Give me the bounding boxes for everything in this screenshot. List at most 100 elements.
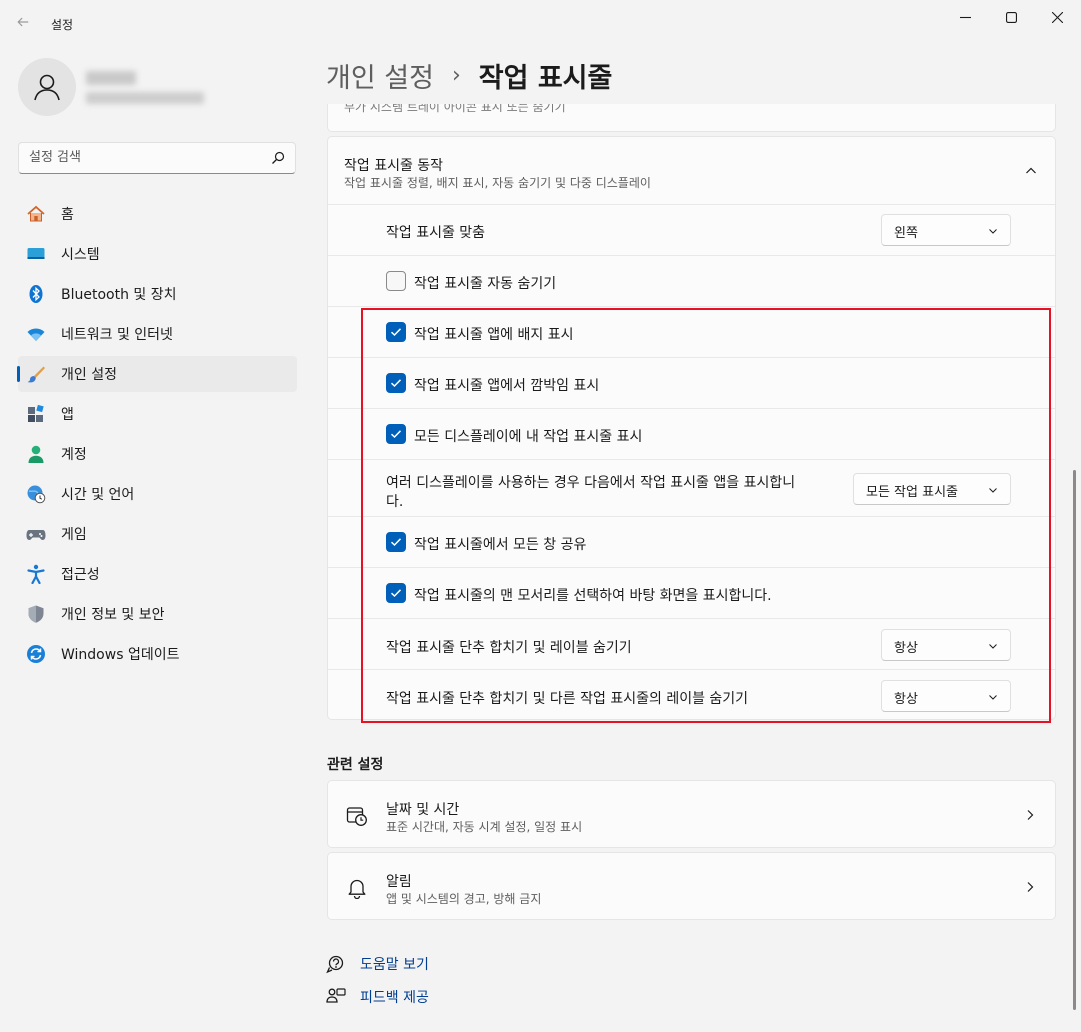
bluetooth-icon xyxy=(26,284,46,304)
related-settings-title: 관련 설정 xyxy=(327,757,384,773)
chevron-down-icon xyxy=(989,488,997,493)
get-help-link[interactable]: 도움말 보기 xyxy=(326,954,429,974)
sidebar-item-bluetooth[interactable]: Bluetooth 및 장치 xyxy=(18,276,297,312)
all-displays-checkbox[interactable] xyxy=(386,424,406,444)
sidebar-item-label: 게임 xyxy=(61,527,87,543)
wifi-icon xyxy=(26,324,46,344)
sidebar-item-system[interactable]: 시스템 xyxy=(18,236,297,272)
sidebar-nav: 홈 시스템 Bluetooth 및 장치 네트워크 및 인터넷 개인 설정 앱 xyxy=(17,196,297,676)
multi-display-dropdown[interactable]: 모든 작업 표시줄 xyxy=(853,473,1011,505)
far-corner-row: 작업 표시줄의 맨 모서리를 선택하여 바탕 화면을 표시합니다. xyxy=(328,568,1055,619)
page-title: 작업 표시줄 xyxy=(478,63,613,94)
user-name-redacted xyxy=(86,71,136,85)
multi-display-row: 여러 디스플레이를 사용하는 경우 다음에서 작업 표시줄 앱을 표시합니 다.… xyxy=(328,460,1055,517)
share-window-label: 작업 표시줄에서 모든 창 공유 xyxy=(414,537,587,553)
sidebar-item-network[interactable]: 네트워크 및 인터넷 xyxy=(18,316,297,352)
shield-icon xyxy=(26,604,46,624)
flashing-label: 작업 표시줄 앱에서 깜박임 표시 xyxy=(414,378,600,394)
minimize-icon xyxy=(959,16,971,18)
account-icon xyxy=(26,444,46,464)
checkmark-icon xyxy=(390,379,402,388)
tray-icons-card-partial[interactable]: 부가 시스템 트레이 아이콘 표시 또는 숨기기 xyxy=(327,104,1056,132)
avatar[interactable] xyxy=(18,58,76,116)
alignment-dropdown[interactable]: 왼쪽 xyxy=(881,214,1011,246)
date-time-card[interactable]: 날짜 및 시간 표준 시간대, 자동 시계 설정, 일정 표시 xyxy=(327,780,1056,848)
share-window-checkbox[interactable] xyxy=(386,532,406,552)
checkmark-icon xyxy=(390,430,402,439)
search-box[interactable] xyxy=(18,142,296,174)
badges-row: 작업 표시줄 앱에 배지 표시 xyxy=(328,307,1055,358)
combine-value: 항상 xyxy=(894,641,918,656)
accessibility-icon xyxy=(26,564,46,584)
share-window-row: 작업 표시줄에서 모든 창 공유 xyxy=(328,517,1055,568)
close-icon xyxy=(1051,11,1063,23)
bell-icon xyxy=(348,879,366,899)
checkmark-icon xyxy=(390,538,402,547)
search-icon[interactable] xyxy=(271,151,285,165)
sidebar-item-home[interactable]: 홈 xyxy=(18,196,297,232)
chevron-right-icon xyxy=(1027,882,1034,892)
user-email-redacted xyxy=(86,92,204,104)
taskbar-behaviors-group: 작업 표시줄 동작 작업 표시줄 정렬, 배지 표시, 자동 숨기기 및 다중 … xyxy=(327,136,1056,720)
sidebar-item-personalization[interactable]: 개인 설정 xyxy=(17,356,297,392)
combine-other-value: 항상 xyxy=(894,692,918,707)
chevron-down-icon xyxy=(989,644,997,649)
combine-row: 작업 표시줄 단추 합치기 및 레이블 숨기기 항상 xyxy=(328,619,1055,670)
badges-checkbox[interactable] xyxy=(386,322,406,342)
home-icon xyxy=(26,204,46,224)
chevron-up-icon[interactable] xyxy=(1025,165,1037,177)
taskbar-behaviors-header[interactable]: 작업 표시줄 동작 작업 표시줄 정렬, 배지 표시, 자동 숨기기 및 다중 … xyxy=(328,137,1055,205)
feedback-link[interactable]: 피드백 제공 xyxy=(326,987,429,1007)
combine-other-dropdown[interactable]: 항상 xyxy=(881,680,1011,712)
feedback-icon xyxy=(326,988,346,1003)
multi-display-value: 모든 작업 표시줄 xyxy=(866,485,958,500)
sidebar-item-label: 개인 설정 xyxy=(61,367,117,383)
globe-clock-icon xyxy=(26,484,46,504)
badges-label: 작업 표시줄 앱에 배지 표시 xyxy=(414,327,574,343)
far-corner-checkbox[interactable] xyxy=(386,583,406,603)
auto-hide-checkbox[interactable] xyxy=(386,271,406,291)
notifications-subtitle: 앱 및 시스템의 경고, 방해 금지 xyxy=(386,892,542,906)
flashing-row: 작업 표시줄 앱에서 깜박임 표시 xyxy=(328,358,1055,409)
feedback-label[interactable]: 피드백 제공 xyxy=(360,987,429,1007)
sidebar-item-label: Windows 업데이트 xyxy=(61,647,180,663)
chevron-right-icon xyxy=(1027,810,1034,820)
sidebar-item-apps[interactable]: 앱 xyxy=(18,396,297,432)
notifications-card[interactable]: 알림 앱 및 시스템의 경고, 방해 금지 xyxy=(327,852,1056,920)
combine-dropdown[interactable]: 항상 xyxy=(881,629,1011,661)
sidebar-item-accounts[interactable]: 계정 xyxy=(18,436,297,472)
sidebar-item-gaming[interactable]: 게임 xyxy=(18,516,297,552)
apps-icon xyxy=(26,404,46,424)
sidebar-item-label: Bluetooth 및 장치 xyxy=(61,287,177,303)
search-input[interactable] xyxy=(29,150,259,165)
combine-label: 작업 표시줄 단추 합치기 및 레이블 숨기기 xyxy=(386,640,632,656)
sidebar-item-label: 개인 정보 및 보안 xyxy=(61,607,165,623)
flashing-checkbox[interactable] xyxy=(386,373,406,393)
sidebar-item-label: 계정 xyxy=(61,447,87,463)
close-button[interactable] xyxy=(1034,0,1080,34)
sidebar-item-time-language[interactable]: 시간 및 언어 xyxy=(18,476,297,512)
sidebar-item-accessibility[interactable]: 접근성 xyxy=(18,556,297,592)
combine-other-label: 작업 표시줄 단추 합치기 및 다른 작업 표시줄의 레이블 숨기기 xyxy=(386,691,749,707)
get-help-label[interactable]: 도움말 보기 xyxy=(360,954,429,974)
sidebar-item-windows-update[interactable]: Windows 업데이트 xyxy=(18,636,297,672)
date-time-title: 날짜 및 시간 xyxy=(386,802,460,818)
sidebar-item-privacy[interactable]: 개인 정보 및 보안 xyxy=(18,596,297,632)
date-time-subtitle: 표준 시간대, 자동 시계 설정, 일정 표시 xyxy=(386,820,583,834)
sidebar-item-label: 시스템 xyxy=(61,247,100,263)
brush-icon xyxy=(26,364,46,384)
far-corner-label: 작업 표시줄의 맨 모서리를 선택하여 바탕 화면을 표시합니다. xyxy=(414,588,772,604)
multi-display-label-line1: 여러 디스플레이를 사용하는 경우 다음에서 작업 표시줄 앱을 표시합니 xyxy=(386,475,796,491)
update-icon xyxy=(26,644,46,664)
breadcrumb-parent[interactable]: 개인 설정 xyxy=(326,56,434,95)
group-subtitle: 작업 표시줄 정렬, 배지 표시, 자동 숨기기 및 다중 디스플레이 xyxy=(344,176,651,190)
chevron-down-icon xyxy=(989,229,997,234)
minimize-button[interactable] xyxy=(942,0,988,34)
back-arrow-icon[interactable] xyxy=(16,14,36,34)
all-displays-row: 모든 디스플레이에 내 작업 표시줄 표시 xyxy=(328,409,1055,460)
scrollbar-thumb[interactable] xyxy=(1073,470,1076,1010)
combine-other-row: 작업 표시줄 단추 합치기 및 다른 작업 표시줄의 레이블 숨기기 항상 xyxy=(328,670,1055,719)
maximize-button[interactable] xyxy=(988,0,1034,34)
chevron-down-icon xyxy=(989,695,997,700)
calendar-clock-icon xyxy=(346,807,367,826)
